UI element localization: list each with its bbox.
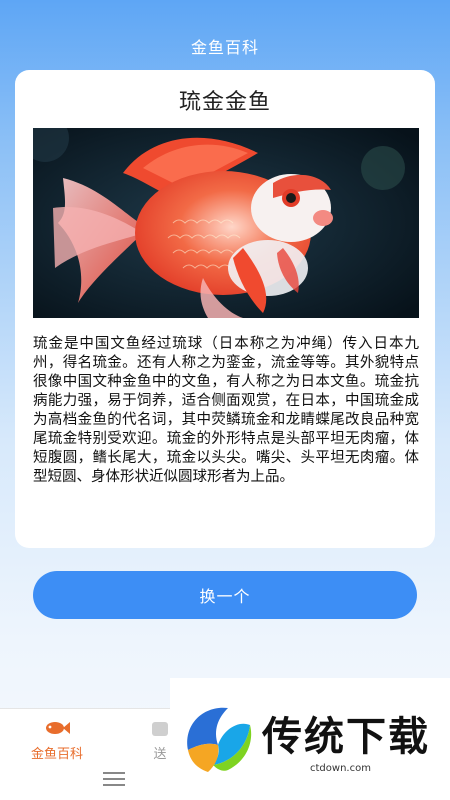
fish-name-title: 琉金金鱼 bbox=[178, 90, 271, 115]
fish-card: 琉金金鱼 琉金是中国文鱼经过琉球（日本称之为冲绳）传入日本九州，得名琉金。还有人… bbox=[15, 70, 435, 548]
watermark-url: ctdown.com bbox=[310, 763, 371, 774]
switch-fish-button[interactable]: 换一个 bbox=[33, 571, 417, 619]
gift-icon bbox=[150, 722, 170, 741]
watermark-text: 传统下载 bbox=[262, 714, 430, 760]
fish-icon bbox=[43, 722, 71, 741]
watermark-logo-icon bbox=[187, 707, 252, 772]
fish-description: 琉金是中国文鱼经过琉球（日本称之为冲绳）传入日本九州，得名琉金。还有人称之为銮金… bbox=[33, 336, 419, 485]
fish-image bbox=[33, 128, 419, 318]
watermark-overlay: 传统下载 ctdown.com bbox=[170, 678, 450, 800]
app-title: 金鱼百科 bbox=[190, 38, 259, 57]
tab-encyclopedia-label: 金鱼百科 bbox=[30, 747, 83, 762]
menu-icon[interactable] bbox=[103, 772, 125, 790]
tab-encyclopedia[interactable]: 金鱼百科 bbox=[17, 719, 97, 762]
